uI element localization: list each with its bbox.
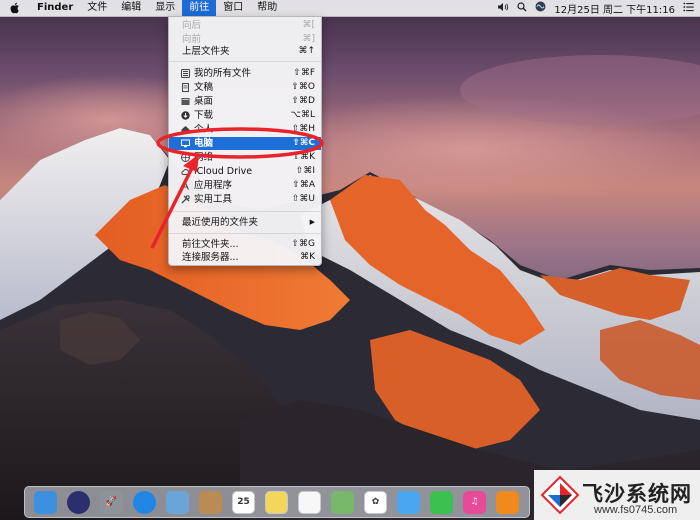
menu-item-shortcut: ⌘↑: [298, 46, 315, 56]
menu-item-label: 实用工具: [194, 194, 233, 205]
home-icon: [181, 125, 190, 134]
reminders-icon[interactable]: [298, 490, 321, 514]
menu-item-label: 下载: [194, 110, 214, 121]
menu-help[interactable]: 帮助: [250, 0, 284, 16]
audio-icon[interactable]: [497, 2, 509, 15]
desktop-wallpaper: [0, 0, 700, 520]
maps-icon[interactable]: [331, 490, 354, 514]
menu-item-shortcut: ⇧⌘K: [292, 152, 315, 162]
messages-icon[interactable]: [397, 490, 420, 514]
sierra-mountain-image: [0, 55, 700, 520]
menu-item-computer[interactable]: 电脑 ⇧⌘C: [169, 137, 321, 150]
menu-item-label: 最近使用的文件夹: [182, 217, 259, 228]
facetime-icon[interactable]: [430, 490, 453, 514]
menu-item-shortcut: ⇧⌘G: [291, 239, 315, 249]
documents-icon: [181, 83, 190, 92]
ibooks-icon[interactable]: [496, 490, 519, 514]
menu-bar: Finder 文件 编辑 显示 前往 窗口 帮助 12月25日 周二 下午11:…: [0, 0, 700, 17]
submenu-arrow-icon: ▶: [309, 218, 315, 226]
menu-finder[interactable]: Finder: [30, 0, 80, 16]
menu-item-label: 上层文件夹: [182, 46, 230, 57]
itunes-icon[interactable]: ♫: [463, 490, 486, 514]
menu-item-documents[interactable]: 文稿 ⇧⌘O: [169, 81, 321, 94]
menu-item-shortcut: ⇧⌘D: [291, 96, 315, 106]
menu-separator: [169, 211, 321, 212]
menu-separator: [169, 61, 321, 62]
menu-item-shortcut: ⇧⌘C: [292, 138, 316, 148]
menu-item-label: 桌面: [194, 96, 214, 107]
menu-item-label: 向后: [182, 20, 202, 31]
menu-item-label: 网络: [194, 152, 214, 163]
menu-window[interactable]: 窗口: [216, 0, 250, 16]
menu-item-shortcut: ⌥⌘L: [290, 110, 315, 120]
menu-go[interactable]: 前往: [182, 0, 217, 16]
menubar-clock[interactable]: 12月25日 周二 下午11:16: [554, 1, 675, 16]
menu-item-go-to-folder[interactable]: 前往文件夹... ⇧⌘G: [169, 238, 321, 251]
launchpad-icon[interactable]: 🚀: [100, 490, 123, 514]
menu-item-downloads[interactable]: 下载 ⌥⌘L: [169, 109, 321, 122]
menu-file[interactable]: 文件: [80, 0, 114, 16]
menu-view[interactable]: 显示: [148, 0, 182, 16]
mail-icon[interactable]: [166, 490, 189, 514]
menu-item-label: 连接服务器...: [182, 252, 239, 263]
menu-item-recent-folders[interactable]: 最近使用的文件夹 ▶: [169, 216, 321, 229]
menu-item-label: 文稿: [194, 82, 214, 93]
dock: 🚀 25 ✿ ♫: [24, 486, 530, 518]
all-files-icon: [181, 69, 190, 78]
calendar-icon[interactable]: 25: [232, 490, 255, 514]
menu-item-connect-server[interactable]: 连接服务器... ⌘K: [169, 251, 321, 264]
safari-icon[interactable]: [133, 490, 156, 514]
menu-item-label: iCloud Drive: [194, 166, 253, 177]
menu-item-icloud-drive[interactable]: iCloud Drive ⇧⌘I: [169, 165, 321, 178]
menu-item-label: 应用程序: [194, 180, 233, 191]
watermark-logo-icon: [540, 475, 580, 515]
menu-item-all-files[interactable]: 我的所有文件 ⇧⌘F: [169, 67, 321, 80]
menu-item-shortcut: ⇧⌘H: [291, 124, 315, 134]
contacts-icon[interactable]: [199, 490, 222, 514]
menubar-status-area: 12月25日 周二 下午11:16: [489, 0, 700, 16]
menu-item-shortcut: ⇧⌘F: [293, 68, 315, 78]
desktop-icon: [181, 97, 190, 106]
downloads-icon: [181, 111, 190, 120]
menu-item-label: 前往文件夹...: [182, 239, 239, 250]
menu-item-utilities[interactable]: 实用工具 ⇧⌘U: [169, 193, 321, 206]
menu-item-shortcut: ⇧⌘A: [292, 180, 315, 190]
siri-icon[interactable]: [535, 1, 546, 15]
menu-item-enclosing-folder[interactable]: 上层文件夹 ⌘↑: [169, 45, 321, 58]
menu-edit[interactable]: 编辑: [114, 0, 148, 16]
photos-icon[interactable]: ✿: [364, 490, 387, 514]
icloud-icon: [181, 167, 191, 176]
menu-item-back: 向后 ⌘[: [169, 19, 321, 32]
menu-separator: [169, 233, 321, 234]
menu-item-shortcut: ⇧⌘O: [291, 82, 315, 92]
network-icon: [181, 153, 190, 162]
watermark-site: www.fs0745.com: [594, 504, 678, 516]
menu-item-network[interactable]: 网络 ⇧⌘K: [169, 151, 321, 164]
menu-item-desktop[interactable]: 桌面 ⇧⌘D: [169, 95, 321, 108]
spotlight-icon[interactable]: [517, 1, 527, 15]
menu-item-shortcut: ⌘K: [300, 252, 315, 262]
notes-icon[interactable]: [265, 490, 288, 514]
notification-center-icon[interactable]: [683, 2, 694, 15]
menu-item-shortcut: ⌘[: [302, 20, 315, 30]
menu-item-shortcut: ⇧⌘U: [291, 194, 315, 204]
menu-item-label: 我的所有文件: [194, 68, 252, 79]
utilities-icon: [181, 195, 190, 204]
siri-icon[interactable]: [67, 490, 90, 514]
apple-logo-icon[interactable]: [10, 2, 22, 14]
menu-item-label: 个人: [194, 124, 214, 135]
finder-icon[interactable]: [34, 490, 57, 514]
menu-item-label: 电脑: [194, 138, 214, 149]
site-watermark: 飞沙系统网 www.fs0745.com: [534, 470, 700, 520]
go-menu-dropdown: 向后 ⌘[ 向前 ⌘] 上层文件夹 ⌘↑ 我的所有文件 ⇧⌘F 文稿 ⇧⌘O 桌…: [168, 16, 322, 266]
menu-item-home[interactable]: 个人 ⇧⌘H: [169, 123, 321, 136]
computer-icon: [181, 139, 190, 148]
applications-icon: [181, 181, 190, 190]
menu-item-applications[interactable]: 应用程序 ⇧⌘A: [169, 179, 321, 192]
menu-item-shortcut: ⇧⌘I: [295, 166, 315, 176]
